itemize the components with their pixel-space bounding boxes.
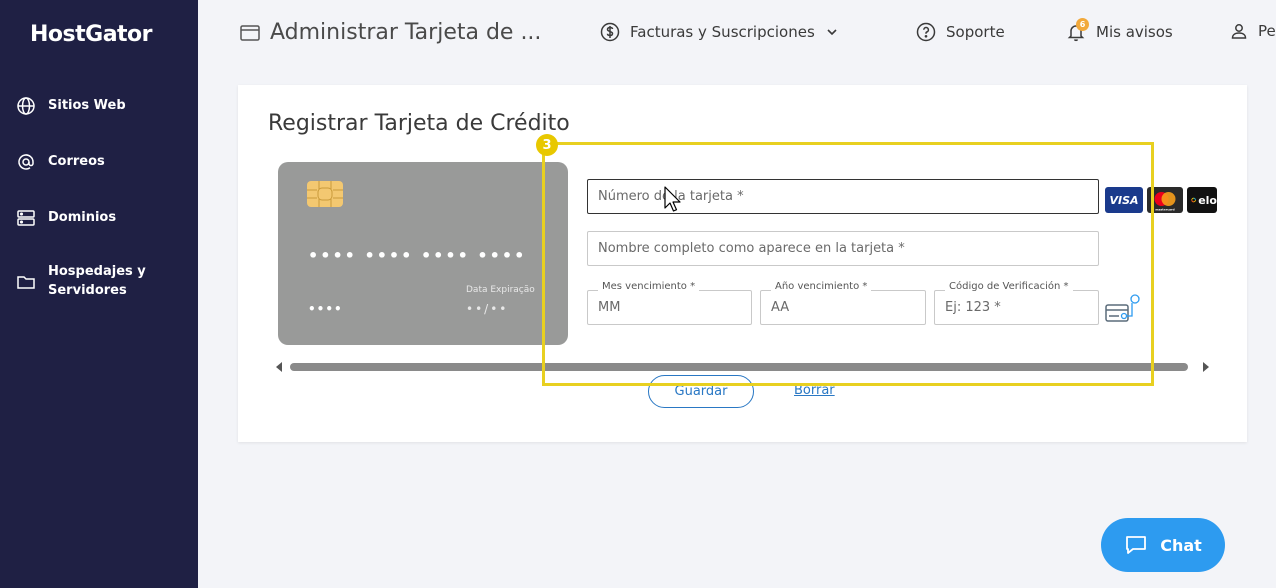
notification-badge: 6 <box>1076 18 1089 31</box>
visa-logo: VISA <box>1105 187 1143 213</box>
cvv-field[interactable]: Código de Verificación * <box>934 281 1099 325</box>
chevron-down-icon <box>827 29 837 36</box>
scroll-right-arrow[interactable] <box>1203 362 1209 372</box>
hostgator-logo[interactable]: HostGator <box>30 22 153 47</box>
page-title: Administrar Tarjeta de ... <box>270 20 542 45</box>
elo-text: elo <box>1198 193 1217 207</box>
notifications-link[interactable]: 6 Mis avisos <box>1066 18 1173 42</box>
sidebar-item-sitios-web[interactable]: Sitios Web <box>16 96 126 116</box>
mastercard-icon: mastercard <box>1154 192 1176 212</box>
bell-wrapper: 6 <box>1066 18 1089 42</box>
chat-button[interactable]: Chat <box>1101 518 1225 572</box>
page-header: Administrar Tarjeta de ... <box>240 20 541 45</box>
support-label: Soporte <box>946 23 1005 41</box>
save-button[interactable]: Guardar <box>648 375 754 408</box>
expiry-label: Data Expiração <box>466 285 535 295</box>
sidebar-item-hospedajes[interactable]: Hospedajes y Servidores <box>16 262 166 300</box>
mastercard-logo: mastercard <box>1147 187 1183 213</box>
notifications-label: Mis avisos <box>1096 23 1173 41</box>
chat-bubble-icon <box>1126 536 1147 554</box>
cvv-help-icon[interactable] <box>1104 293 1142 325</box>
support-link[interactable]: Soporte <box>916 22 1005 42</box>
full-name-input[interactable] <box>598 241 1088 256</box>
at-icon <box>18 154 34 170</box>
sidebar-item-correos[interactable]: Correos <box>16 152 105 172</box>
card-holder-mask: •••• <box>308 302 343 316</box>
horizontal-scrollbar[interactable] <box>290 363 1188 371</box>
dollar-circle-icon <box>600 22 620 42</box>
sidebar: HostGator Sitios Web Correos Dominios Ho… <box>0 0 198 588</box>
folder-icon <box>17 276 35 289</box>
chat-label: Chat <box>1160 535 1202 555</box>
form-title: Registrar Tarjeta de Crédito <box>268 111 570 136</box>
sidebar-item-label: Sitios Web <box>48 98 126 113</box>
cvv-input[interactable] <box>945 300 1088 315</box>
elo-logo: elo <box>1187 187 1217 213</box>
expiry-year-input[interactable] <box>771 300 915 315</box>
profile-menu[interactable]: Pe <box>1230 22 1276 40</box>
full-name-field[interactable] <box>587 231 1099 266</box>
help-circle-icon <box>916 22 936 42</box>
chip-icon <box>307 181 343 207</box>
expiry-month-label: Mes vencimiento * <box>598 281 700 292</box>
elo-ring-icon <box>1191 197 1196 203</box>
expiry-year-field[interactable]: Año vencimiento * <box>760 281 926 325</box>
sidebar-item-label: Dominios <box>48 210 117 225</box>
expiry-year-label: Año vencimiento * <box>771 281 872 292</box>
credit-card-icon <box>240 24 260 41</box>
user-icon <box>1231 24 1247 39</box>
clear-link[interactable]: Borrar <box>794 383 835 398</box>
profile-label: Pe <box>1258 22 1276 40</box>
expiry-month-field[interactable]: Mes vencimiento * <box>587 281 752 325</box>
billing-label: Facturas y Suscripciones <box>630 23 815 41</box>
mouse-cursor-icon <box>664 186 681 212</box>
mastercard-wordmark: mastercard <box>1155 208 1174 212</box>
cvv-label: Código de Verificación * <box>945 281 1073 292</box>
credit-card-preview: •••• •••• •••• •••• •••• Data Expiração … <box>278 162 568 345</box>
sidebar-item-dominios[interactable]: Dominios <box>16 208 116 228</box>
card-number-mask: •••• •••• •••• •••• <box>308 246 527 265</box>
sidebar-item-label: Correos <box>48 154 105 169</box>
top-bar: Administrar Tarjeta de ... Facturas y Su… <box>198 0 1276 68</box>
scroll-left-arrow[interactable] <box>276 362 282 372</box>
expiry-mask: ••/•• <box>466 302 509 316</box>
billing-menu[interactable]: Facturas y Suscripciones <box>600 22 839 42</box>
register-card-panel: Registrar Tarjeta de Crédito •••• •••• •… <box>238 85 1247 442</box>
sidebar-item-label: Hospedajes y Servidores <box>48 264 146 298</box>
expiry-month-input[interactable] <box>598 300 741 315</box>
step-number-badge: 3 <box>536 134 558 156</box>
globe-icon <box>17 97 35 115</box>
server-icon <box>17 210 35 226</box>
